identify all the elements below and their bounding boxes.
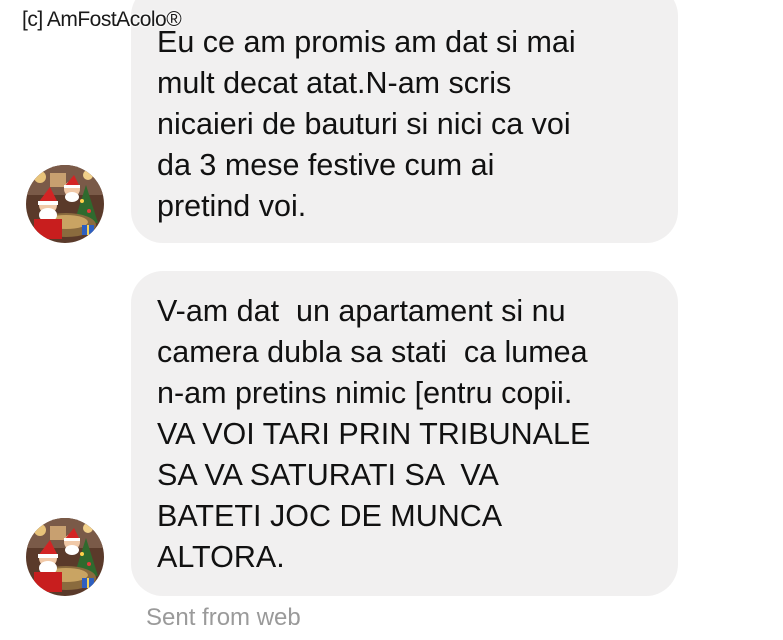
message-bubble[interactable]: V-am dat un apartament si nu camera dubl… xyxy=(131,271,678,596)
message-line: BATETI JOC DE MUNCA xyxy=(157,499,503,533)
message-line: V-am dat un apartament si nu xyxy=(157,294,566,328)
sender-avatar[interactable] xyxy=(26,518,104,596)
watermark: [c] AmFostAcolo® xyxy=(22,8,182,31)
message-line: n-am pretins nimic [entru copii. xyxy=(157,376,573,410)
message-line: Eu ce am promis am dat si mai xyxy=(157,25,576,59)
chat-thread: [c] AmFostAcolo® Eu ce am promis am dat … xyxy=(0,0,783,640)
message-line: pretind voi. xyxy=(157,189,307,223)
message-line: ALTORA. xyxy=(157,540,285,574)
message-line: VA VOI TARI PRIN TRIBUNALE xyxy=(157,417,591,451)
sender-avatar[interactable] xyxy=(26,165,104,243)
message-line: camera dubla sa stati ca lumea xyxy=(157,335,588,369)
message-line: nicaieri de bauturi si nici ca voi xyxy=(157,107,571,141)
message-line: SA VA SATURATI SA VA xyxy=(157,458,499,492)
message-line: mult decat atat.N-am scris xyxy=(157,66,512,100)
message-line: da 3 mese festive cum ai xyxy=(157,148,495,182)
sent-from-label: Sent from web xyxy=(146,604,301,631)
santa-christmas-avatar-icon xyxy=(26,518,104,596)
santa-christmas-avatar-icon xyxy=(26,165,104,243)
message-bubble[interactable]: Eu ce am promis am dat si mai mult decat… xyxy=(131,0,678,243)
